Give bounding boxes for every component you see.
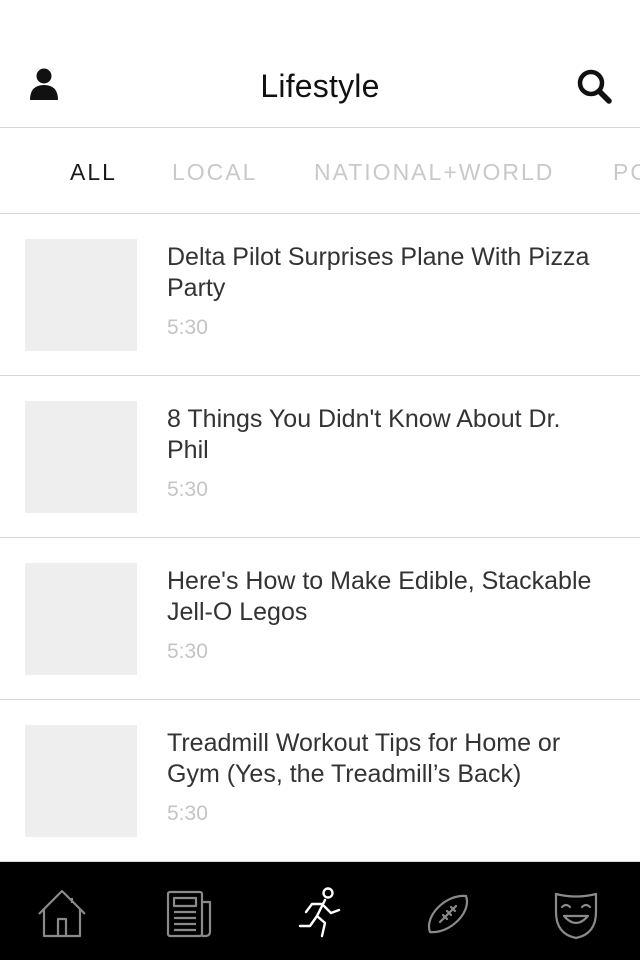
- article-thumbnail: [25, 401, 137, 513]
- home-icon[interactable]: [34, 886, 90, 942]
- article-title: Treadmill Workout Tips for Home or Gym (…: [167, 729, 561, 788]
- list-item[interactable]: Delta Pilot Surprises Plane With Pizza P…: [0, 214, 640, 376]
- article-list: Delta Pilot Surprises Plane With Pizza P…: [0, 214, 640, 862]
- tab-local[interactable]: LOCAL: [172, 159, 257, 186]
- football-icon[interactable]: [420, 886, 476, 942]
- article-title: Delta Pilot Surprises Plane With Pizza P…: [167, 243, 590, 302]
- article-duration: 5:30: [167, 478, 208, 501]
- status-bar: [0, 0, 640, 40]
- article-duration: 5:30: [167, 316, 208, 339]
- article-thumbnail: [25, 725, 137, 837]
- theater-mask-icon[interactable]: [548, 886, 604, 942]
- search-icon[interactable]: [574, 66, 614, 106]
- article-title: 8 Things You Didn't Know About Dr. Phil: [167, 405, 561, 464]
- newspaper-icon[interactable]: [162, 886, 218, 942]
- article-duration: 5:30: [167, 802, 208, 825]
- category-tabs: ALL LOCAL NATIONAL+WORLD PO: [0, 128, 640, 214]
- bottom-tab-bar: [0, 862, 640, 960]
- runner-icon[interactable]: [292, 886, 348, 942]
- list-item[interactable]: Here's How to Make Edible, Stackable Jel…: [0, 538, 640, 700]
- article-thumbnail: [25, 563, 137, 675]
- list-item[interactable]: Treadmill Workout Tips for Home or Gym (…: [0, 700, 640, 862]
- article-thumbnail: [25, 239, 137, 351]
- tab-partial[interactable]: PO: [613, 159, 640, 186]
- page-title: Lifestyle: [260, 68, 380, 104]
- list-item[interactable]: 8 Things You Didn't Know About Dr. Phil …: [0, 376, 640, 538]
- app-header: Lifestyle: [0, 40, 640, 128]
- article-title: Here's How to Make Edible, Stackable Jel…: [167, 567, 592, 626]
- tab-all[interactable]: ALL: [70, 159, 117, 186]
- article-duration: 5:30: [167, 640, 208, 663]
- tab-national-world[interactable]: NATIONAL+WORLD: [314, 159, 554, 186]
